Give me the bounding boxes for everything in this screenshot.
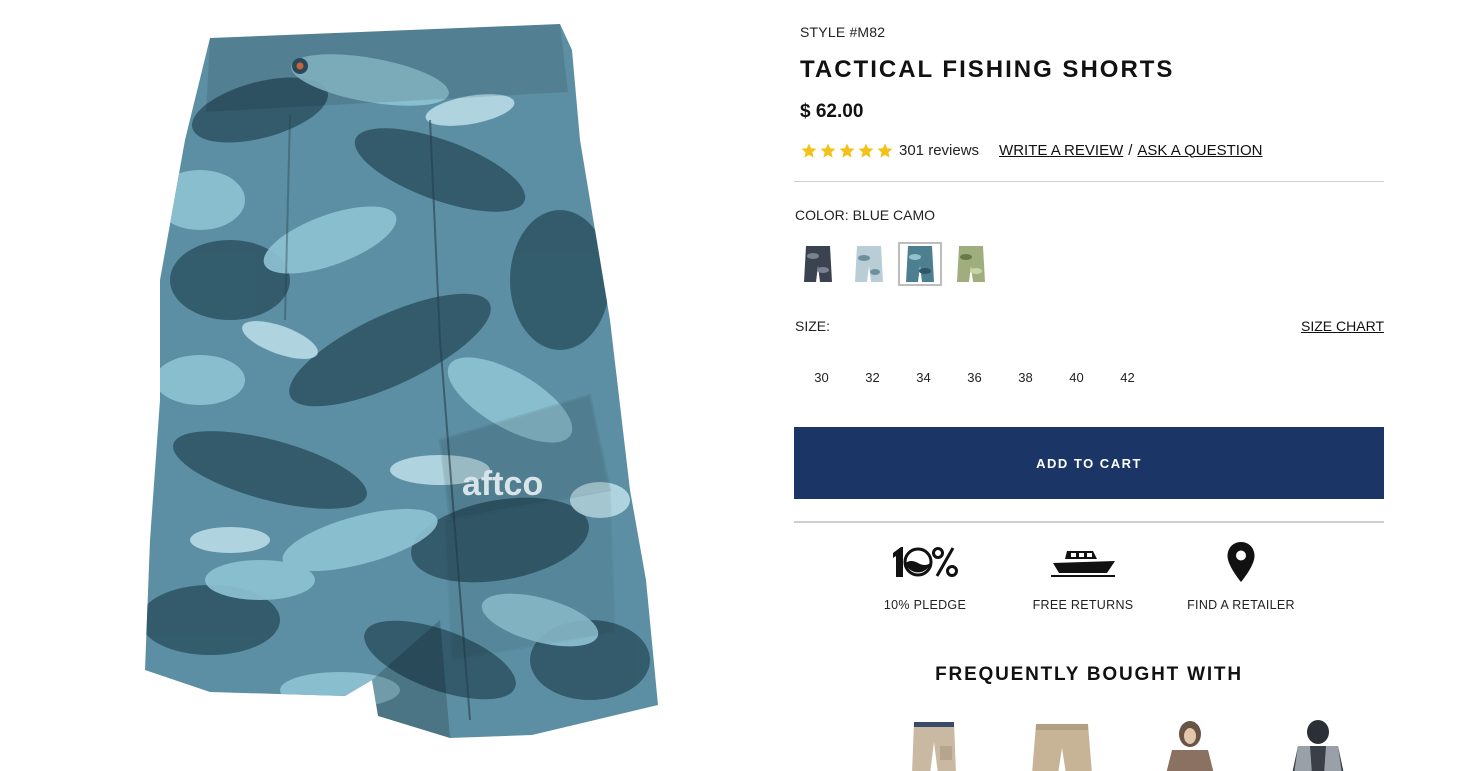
perk-returns[interactable]: FREE RETURNS — [1004, 538, 1162, 612]
color-swatches — [796, 242, 1000, 286]
star-icon — [857, 142, 875, 159]
perk-label: 10% PLEDGE — [883, 598, 967, 612]
fbw-item-jacket[interactable] — [1254, 718, 1382, 771]
tan-shorts-icon — [1032, 724, 1092, 771]
size-option-38[interactable]: 38 — [1000, 360, 1051, 394]
svg-text:aftco: aftco — [462, 465, 543, 503]
swatch-green-camo[interactable] — [949, 242, 993, 286]
link-separator: / — [1128, 141, 1133, 159]
ask-question-link[interactable]: ASK A QUESTION — [1137, 142, 1262, 159]
divider — [794, 181, 1384, 182]
star-icon — [819, 142, 837, 159]
write-review-link[interactable]: WRITE A REVIEW — [999, 142, 1123, 159]
product-price: $ 62.00 — [800, 101, 864, 122]
size-option-34[interactable]: 34 — [898, 360, 949, 394]
perk-label: FIND A RETAILER — [1187, 598, 1295, 612]
perk-pledge[interactable]: 10% PLEDGE — [846, 538, 1004, 612]
size-option-42[interactable]: 42 — [1102, 360, 1153, 394]
perk-retailer[interactable]: FIND A RETAILER — [1162, 538, 1320, 612]
size-chart-link[interactable]: SIZE CHART — [1301, 318, 1384, 334]
size-option-30[interactable]: 30 — [796, 360, 847, 394]
size-label: SIZE: — [795, 318, 831, 334]
star-icon — [838, 142, 856, 159]
fbw-item-tan-shorts[interactable] — [998, 718, 1126, 771]
swatch-dark-camo[interactable] — [796, 242, 840, 286]
star-rating[interactable] — [800, 142, 895, 159]
review-count[interactable]: 301 reviews — [899, 142, 979, 159]
khaki-pants-icon — [912, 722, 956, 771]
frequently-bought-title: FREQUENTLY BOUGHT WITH — [935, 664, 1243, 685]
size-option-40[interactable]: 40 — [1051, 360, 1102, 394]
size-option-32[interactable]: 32 — [847, 360, 898, 394]
ten-percent-icon — [891, 538, 959, 586]
rating-row: 301 reviews WRITE A REVIEW / ASK A QUEST… — [800, 139, 1262, 161]
perks-row: 10% PLEDGE FREE RETURNS FIND A RETAILER — [846, 538, 1320, 612]
color-label: COLOR: BLUE CAMO — [795, 207, 936, 223]
size-option-36[interactable]: 36 — [949, 360, 1000, 394]
jacket-icon — [1292, 720, 1344, 771]
product-info-panel: STYLE #M82 TACTICAL FISHING SHORTS $ 62.… — [794, 0, 1384, 771]
boat-icon — [1049, 538, 1117, 586]
swatch-blue-camo-selected[interactable] — [898, 242, 942, 286]
product-image: aftco — [140, 20, 662, 760]
fbw-item-brown-hoodie[interactable] — [1126, 718, 1254, 771]
brown-hoodie-icon — [1166, 721, 1214, 771]
fbw-item-khaki-pants[interactable] — [870, 718, 998, 771]
star-icon — [800, 142, 818, 159]
divider — [794, 521, 1384, 523]
perk-label: FREE RETURNS — [1032, 598, 1134, 612]
size-options: 30 32 34 36 38 40 42 — [796, 360, 1153, 394]
frequently-bought-items — [870, 718, 1382, 771]
star-icon — [876, 142, 894, 159]
map-pin-icon — [1226, 538, 1256, 586]
swatch-light-blue-camo[interactable] — [847, 242, 891, 286]
style-number: STYLE #M82 — [800, 24, 886, 40]
add-to-cart-button[interactable]: ADD TO CART — [794, 427, 1384, 499]
product-title: TACTICAL FISHING SHORTS — [800, 56, 1175, 83]
